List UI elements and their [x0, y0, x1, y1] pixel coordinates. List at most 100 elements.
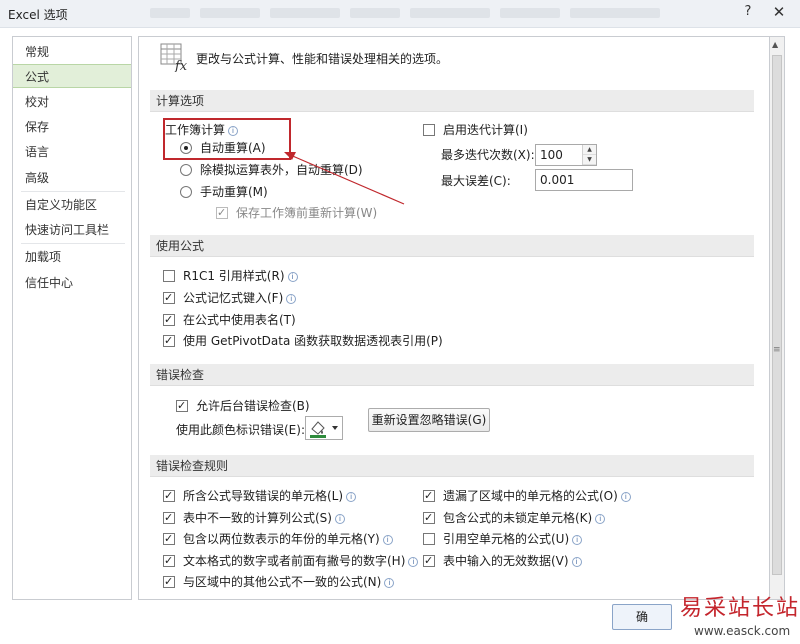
sidebar-item-language[interactable]: 语言 — [13, 140, 131, 164]
checkbox-background-check[interactable]: 允许后台错误检查(B) — [176, 397, 310, 415]
info-icon: i — [595, 514, 606, 524]
error-color-label: 使用此颜色标识错误(E): — [176, 423, 305, 437]
rule-checkbox[interactable] — [163, 509, 175, 527]
sidebar-item-general[interactable]: 常规 — [13, 40, 131, 64]
sidebar-item-quick-access[interactable]: 快速访问工具栏 — [13, 218, 131, 242]
checkbox-autocomplete[interactable]: 公式记忆式键入(F)i — [163, 289, 297, 307]
radio-manual[interactable]: 手动重算(M) — [180, 183, 268, 201]
max-iterations-value: 100 — [540, 148, 563, 162]
sidebar-item-save[interactable]: 保存 — [13, 115, 131, 139]
rule-checkbox[interactable] — [423, 487, 435, 505]
background-check-label: 允许后台错误检查(B) — [196, 399, 310, 413]
info-icon: i — [286, 294, 297, 304]
rule-omitted-cells[interactable]: 遗漏了区域中的单元格的公式(O)i — [423, 487, 631, 505]
rule-checkbox[interactable] — [163, 573, 175, 591]
rule-inconsistent-column[interactable]: 表中不一致的计算列公式(S)i — [163, 509, 345, 527]
rule-label: 与区域中的其他公式不一致的公式(N) — [183, 575, 382, 589]
info-icon: i — [334, 514, 345, 524]
spin-down-icon[interactable]: ▼ — [583, 155, 596, 165]
iterative-box[interactable] — [423, 124, 435, 136]
rule-invalid-table-data[interactable]: 表中输入的无效数据(V)i — [423, 552, 582, 570]
sidebar-item-addins[interactable]: 加载项 — [13, 245, 131, 269]
rule-unlocked-cells[interactable]: 包含公式的未锁定单元格(K)i — [423, 509, 606, 527]
watermark-brand: 易采站长站 — [680, 596, 800, 621]
background-blur — [200, 8, 260, 18]
ok-button[interactable]: 确 — [612, 604, 672, 630]
help-button[interactable]: ? — [733, 2, 763, 22]
info-icon: i — [572, 535, 583, 545]
section-header-calc: 计算选项 — [150, 90, 754, 112]
rule-inconsistent-region[interactable]: 与区域中的其他公式不一致的公式(N)i — [163, 573, 395, 591]
checkbox-table-names[interactable]: 在公式中使用表名(T) — [163, 311, 296, 329]
reset-ignored-errors-button[interactable]: 重新设置忽略错误(G) — [368, 408, 490, 432]
checkbox-iterative[interactable]: 启用迭代计算(I) — [423, 121, 528, 139]
rule-empty-cell-refs[interactable]: 引用空单元格的公式(U) i — [423, 530, 583, 548]
spin-up-icon[interactable]: ▲ — [583, 145, 596, 155]
vertical-scrollbar[interactable]: ▲ ≡ — [770, 36, 785, 600]
error-color-picker[interactable] — [305, 416, 343, 440]
svg-text:fx: fx — [174, 59, 188, 72]
radio-auto-except-indicator[interactable] — [180, 164, 192, 176]
info-icon: i — [408, 557, 419, 567]
sidebar-item-trust-center[interactable]: 信任中心 — [13, 271, 131, 295]
max-iterations-spinner[interactable]: ▲ ▼ — [582, 145, 596, 165]
sidebar-item-advanced[interactable]: 高级 — [13, 166, 131, 190]
background-blur — [150, 8, 190, 18]
background-blur — [270, 8, 340, 18]
rule-label: 引用空单元格的公式(U) — [443, 532, 570, 546]
title-bar: Excel 选项 ? ✕ — [0, 0, 800, 28]
formula-fx-icon: fx — [160, 43, 188, 72]
getpivotdata-box[interactable] — [163, 332, 175, 350]
background-blur — [410, 8, 490, 18]
rule-text-numbers[interactable]: 文本格式的数字或者前面有撇号的数字(H)i — [163, 552, 419, 570]
iterative-label: 启用迭代计算(I) — [443, 123, 528, 137]
scroll-grip-icon: ≡ — [773, 345, 781, 355]
info-icon: i — [346, 492, 357, 502]
watermark-url: www.easck.com — [694, 624, 791, 638]
checkbox-getpivotdata[interactable]: 使用 GetPivotData 函数获取数据透视表引用(P) — [163, 332, 443, 350]
r1c1-box[interactable] — [163, 270, 175, 282]
max-change-input[interactable]: 0.001 — [535, 169, 633, 191]
max-change-label: 最大误差(C): — [441, 174, 511, 188]
sidebar-divider — [21, 191, 125, 192]
sidebar-item-proofing[interactable]: 校对 — [13, 90, 131, 114]
checkbox-r1c1[interactable]: R1C1 引用样式(R) i — [163, 267, 298, 285]
section-header-error-check: 错误检查 — [150, 364, 754, 386]
site-watermark: 易采站长站 www.easck.com — [672, 586, 800, 644]
info-icon: i — [287, 272, 298, 282]
rule-label: 表中输入的无效数据(V) — [443, 554, 569, 568]
max-iterations-input[interactable]: 100 ▲ ▼ — [535, 144, 597, 166]
rule-label: 所含公式导致错误的单元格(L) — [183, 489, 344, 503]
paint-bucket-icon — [310, 421, 338, 438]
sidebar-item-formulas[interactable]: 公式 — [13, 64, 131, 88]
rule-label: 包含以两位数表示的年份的单元格(Y) — [183, 532, 380, 546]
window-title: Excel 选项 — [8, 8, 68, 22]
background-blur — [570, 8, 660, 18]
background-check-box[interactable] — [176, 397, 188, 415]
close-button[interactable]: ✕ — [764, 2, 794, 22]
info-icon: i — [382, 535, 393, 545]
rule-checkbox[interactable] — [163, 530, 175, 548]
info-icon: i — [571, 557, 582, 567]
rule-label: 表中不一致的计算列公式(S) — [183, 511, 332, 525]
autocomplete-box[interactable] — [163, 289, 175, 307]
scrollbar-thumb[interactable] — [772, 55, 782, 575]
rule-checkbox[interactable] — [423, 533, 435, 545]
scroll-up-icon[interactable]: ▲ — [772, 40, 778, 49]
radio-manual-label: 手动重算(M) — [200, 185, 268, 199]
table-names-label: 在公式中使用表名(T) — [183, 313, 296, 327]
rule-error-cells[interactable]: 所含公式导致错误的单元格(L)i — [163, 487, 357, 505]
radio-manual-indicator[interactable] — [180, 186, 192, 198]
recalc-before-save-box — [216, 204, 228, 222]
rule-checkbox[interactable] — [423, 509, 435, 527]
page-description: 更改与公式计算、性能和错误处理相关的选项。 — [196, 52, 449, 66]
rule-two-digit-years[interactable]: 包含以两位数表示的年份的单元格(Y)i — [163, 530, 393, 548]
highlight-box — [163, 118, 291, 160]
rule-checkbox[interactable] — [423, 552, 435, 570]
rule-checkbox[interactable] — [163, 487, 175, 505]
sidebar-item-customize-ribbon[interactable]: 自定义功能区 — [13, 193, 131, 217]
table-names-box[interactable] — [163, 311, 175, 329]
info-icon: i — [384, 578, 395, 588]
rule-checkbox[interactable] — [163, 552, 175, 570]
rule-label: 包含公式的未锁定单元格(K) — [443, 511, 593, 525]
